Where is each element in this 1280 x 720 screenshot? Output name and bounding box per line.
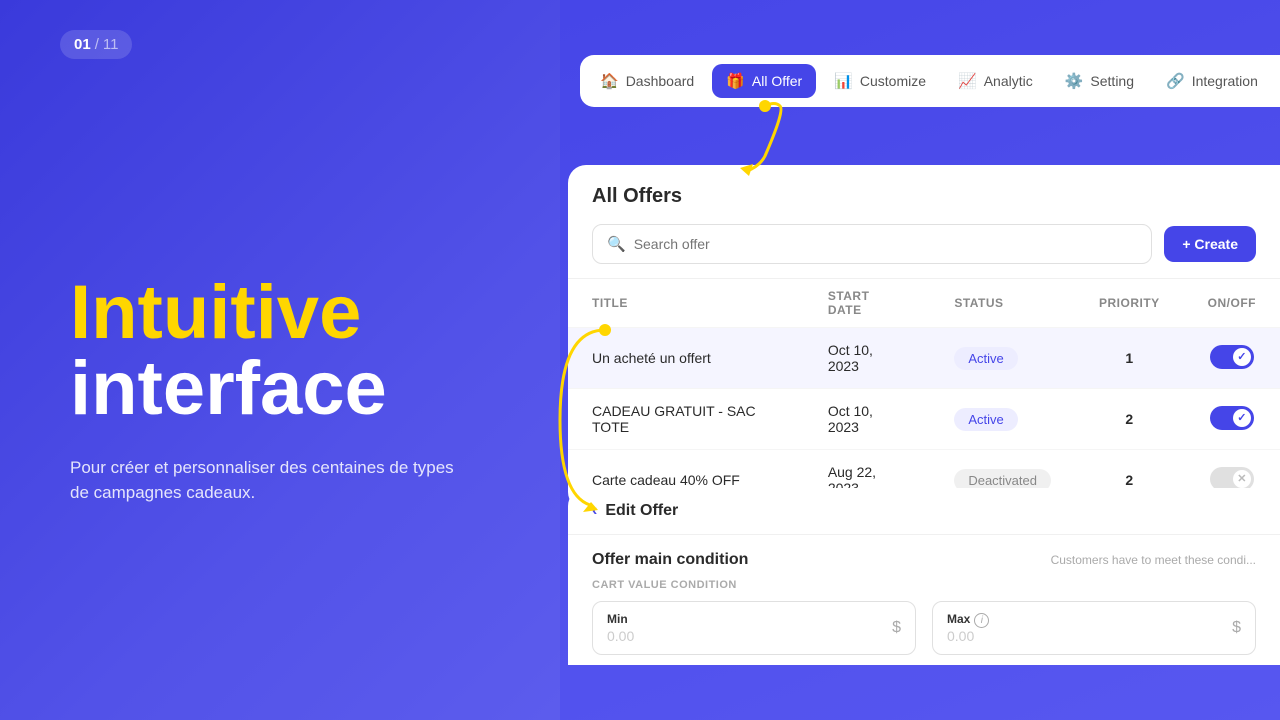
status-badge-active: Active: [954, 408, 1017, 431]
search-icon: 🔍: [607, 235, 626, 253]
hero-title: Intuitive interface: [70, 275, 500, 427]
integration-icon: 🔗: [1166, 72, 1185, 90]
navigation-bar: 🏠 Dashboard 🎁 All Offer 📊 Customize 📈 An…: [580, 55, 1280, 107]
row1-status: Active: [930, 328, 1075, 389]
edit-offer-title: Edit Offer: [605, 502, 678, 520]
row2-priority: 2: [1075, 389, 1184, 450]
toggle-on[interactable]: ✓: [1210, 406, 1254, 430]
offers-table: TITLE START DATE STATUS PRIORITY ON/OFF …: [568, 278, 1280, 510]
nav-label-analytic: Analytic: [984, 73, 1033, 89]
min-field[interactable]: Min 0.00 $: [592, 601, 916, 655]
nav-label-integration: Integration: [1192, 73, 1258, 89]
create-button-label: + Create: [1182, 236, 1238, 252]
min-currency: $: [892, 619, 901, 637]
table-row: CADEAU GRATUIT - SAC TOTE Oct 10, 2023 A…: [568, 389, 1280, 450]
nav-item-integration[interactable]: 🔗 Integration: [1152, 64, 1272, 98]
main-condition-header: Offer main condition Customers have to m…: [592, 551, 1256, 569]
edit-offer-panel: ‹ Edit Offer Offer main condition Custom…: [568, 488, 1280, 665]
annotation-arrow-nav: [705, 96, 790, 176]
cart-value-label: CART VALUE CONDITION: [592, 579, 1256, 591]
max-label-info: Max i: [947, 612, 989, 628]
max-field[interactable]: Max i 0.00 $: [932, 601, 1256, 655]
nav-label-customize: Customize: [860, 73, 926, 89]
all-offers-header: All Offers: [568, 185, 1280, 224]
status-badge-active: Active: [954, 347, 1017, 370]
min-field-inner: Min 0.00: [607, 612, 634, 644]
counter-separator: /: [95, 36, 99, 53]
row2-start-date: Oct 10, 2023: [804, 389, 931, 450]
nav-item-analytic[interactable]: 📈 Analytic: [944, 64, 1047, 98]
min-max-row: Min 0.00 $ Max i 0.00 $: [592, 601, 1256, 655]
main-condition-title: Offer main condition: [592, 551, 748, 569]
table-row: Un acheté un offert Oct 10, 2023 Active …: [568, 328, 1280, 389]
analytic-icon: 📈: [958, 72, 977, 90]
home-icon: 🏠: [600, 72, 619, 90]
max-currency: $: [1232, 619, 1241, 637]
nav-item-dashboard[interactable]: 🏠 Dashboard: [586, 64, 708, 98]
col-start-date: START DATE: [804, 279, 931, 328]
toggle-on[interactable]: ✓: [1210, 345, 1254, 369]
table-header: TITLE START DATE STATUS PRIORITY ON/OFF: [568, 279, 1280, 328]
gift-icon: 🎁: [726, 72, 745, 90]
col-priority: PRIORITY: [1075, 279, 1184, 328]
nav-label-all-offer: All Offer: [752, 73, 802, 89]
max-field-inner: Max i 0.00: [947, 612, 989, 644]
min-label: Min: [607, 612, 634, 626]
setting-icon: ⚙️: [1065, 72, 1084, 90]
search-box[interactable]: 🔍: [592, 224, 1152, 264]
all-offers-panel: All Offers 🔍 + Create TITLE START DATE S…: [568, 165, 1280, 510]
main-condition-note: Customers have to meet these condi...: [1051, 553, 1256, 567]
all-offers-title: All Offers: [592, 185, 682, 208]
toggle-knob: ✓: [1233, 409, 1251, 427]
search-and-create-row: 🔍 + Create: [568, 224, 1280, 278]
row2-status: Active: [930, 389, 1075, 450]
row1-priority: 1: [1075, 328, 1184, 389]
left-panel: 01 / 11 Intuitive interface Pour créer e…: [0, 0, 560, 720]
hero-title-line1: Intuitive: [70, 275, 500, 351]
nav-label-setting: Setting: [1090, 73, 1134, 89]
col-status: STATUS: [930, 279, 1075, 328]
row1-toggle[interactable]: ✓: [1184, 328, 1280, 389]
max-value: 0.00: [947, 628, 989, 644]
toggle-knob-off: ✕: [1233, 470, 1251, 488]
row1-start-date: Oct 10, 2023: [804, 328, 931, 389]
max-label: Max: [947, 612, 970, 626]
page-counter: 01 / 11: [60, 30, 132, 59]
customize-icon: 📊: [834, 72, 853, 90]
row2-toggle[interactable]: ✓: [1184, 389, 1280, 450]
counter-total: 11: [103, 36, 119, 53]
nav-item-all-offer[interactable]: 🎁 All Offer: [712, 64, 816, 98]
col-onoff: ON/OFF: [1184, 279, 1280, 328]
col-title: TITLE: [568, 279, 804, 328]
nav-label-dashboard: Dashboard: [626, 73, 695, 89]
table-body: Un acheté un offert Oct 10, 2023 Active …: [568, 328, 1280, 511]
hero-description: Pour créer et personnaliser des centaine…: [70, 455, 460, 506]
row1-title: Un acheté un offert: [568, 328, 804, 389]
toggle-off[interactable]: ✕: [1210, 467, 1254, 491]
edit-offer-header: ‹ Edit Offer: [568, 488, 1280, 535]
search-input[interactable]: [634, 236, 1138, 252]
main-condition-section: Offer main condition Customers have to m…: [568, 535, 1280, 665]
create-button[interactable]: + Create: [1164, 226, 1256, 262]
toggle-knob: ✓: [1233, 348, 1251, 366]
min-value: 0.00: [607, 628, 634, 644]
back-chevron-icon[interactable]: ‹: [592, 502, 597, 520]
nav-item-setting[interactable]: ⚙️ Setting: [1051, 64, 1148, 98]
info-icon: i: [974, 613, 989, 628]
counter-current: 01: [74, 36, 91, 53]
right-panel: 🏠 Dashboard 🎁 All Offer 📊 Customize 📈 An…: [560, 0, 1280, 720]
hero-title-line2: interface: [70, 351, 500, 427]
row2-title: CADEAU GRATUIT - SAC TOTE: [568, 389, 804, 450]
nav-item-customize[interactable]: 📊 Customize: [820, 64, 940, 98]
